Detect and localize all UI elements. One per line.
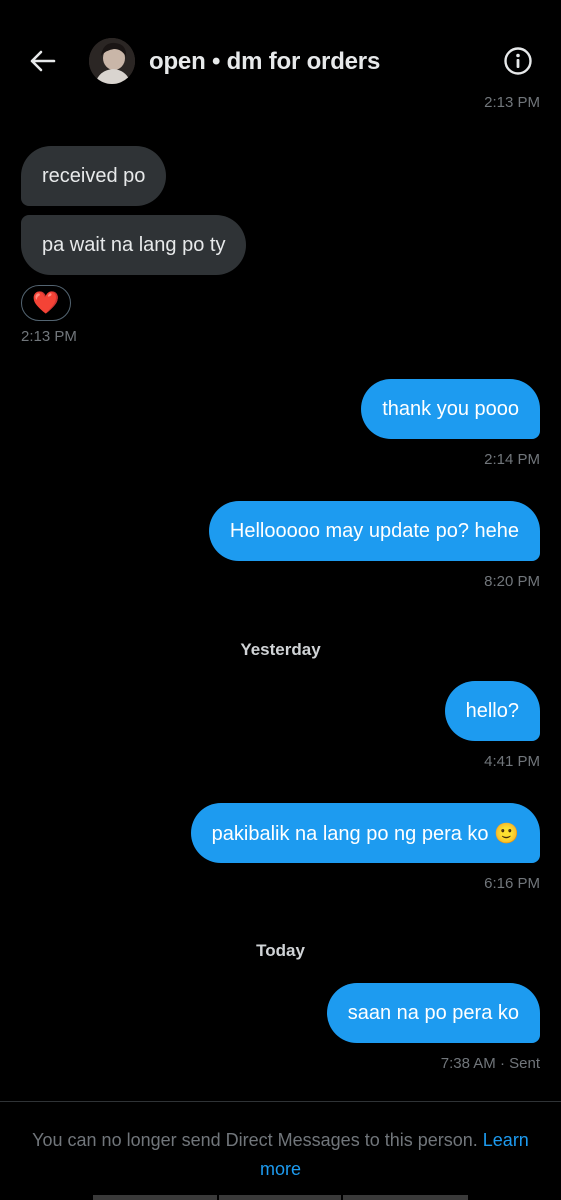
received-message[interactable]: pa wait na lang po ty [21, 215, 247, 275]
heart-icon: ❤️ [32, 290, 60, 315]
sent-message[interactable]: hello? [444, 681, 540, 741]
conversation-title[interactable]: open • dm for orders [149, 48, 380, 76]
system-nav-bar [219, 1195, 341, 1200]
dm-disabled-notice: You can no longer send Direct Messages t… [0, 1126, 561, 1184]
message-status: 7:38 AM · Sent [440, 1055, 540, 1072]
system-nav-bar [343, 1195, 468, 1200]
message-timestamp: 2:14 PM [484, 451, 540, 468]
sent-message[interactable]: saan na po pera ko [326, 983, 540, 1043]
message-timestamp: 2:13 PM [484, 94, 540, 111]
conversation-header: open • dm for orders [0, 0, 561, 100]
sent-message[interactable]: pakibalik na lang po ng pera ko 🙂 [190, 803, 540, 863]
message-timestamp: 6:16 PM [484, 875, 540, 892]
system-nav-bar [93, 1195, 217, 1200]
info-button[interactable] [500, 43, 536, 79]
dm-disabled-footer: You can no longer send Direct Messages t… [0, 1101, 561, 1200]
sent-message[interactable]: thank you pooo [361, 379, 540, 439]
received-message[interactable]: received po [21, 146, 167, 206]
heart-reaction[interactable]: ❤️ [21, 285, 71, 321]
arrow-left-icon [30, 50, 56, 72]
message-timestamp: 2:13 PM [21, 328, 77, 345]
sent-message[interactable]: Hellooooo may update po? hehe [208, 501, 540, 561]
info-circle-icon [504, 47, 532, 75]
avatar[interactable] [89, 38, 135, 84]
back-button[interactable] [22, 40, 64, 82]
avatar-image [89, 38, 135, 84]
message-timestamp: 8:20 PM [484, 573, 540, 590]
message-timestamp: 4:41 PM [484, 753, 540, 770]
day-separator: Today [256, 941, 305, 960]
notice-text: You can no longer send Direct Messages t… [32, 1130, 478, 1150]
day-separator: Yesterday [240, 640, 321, 659]
